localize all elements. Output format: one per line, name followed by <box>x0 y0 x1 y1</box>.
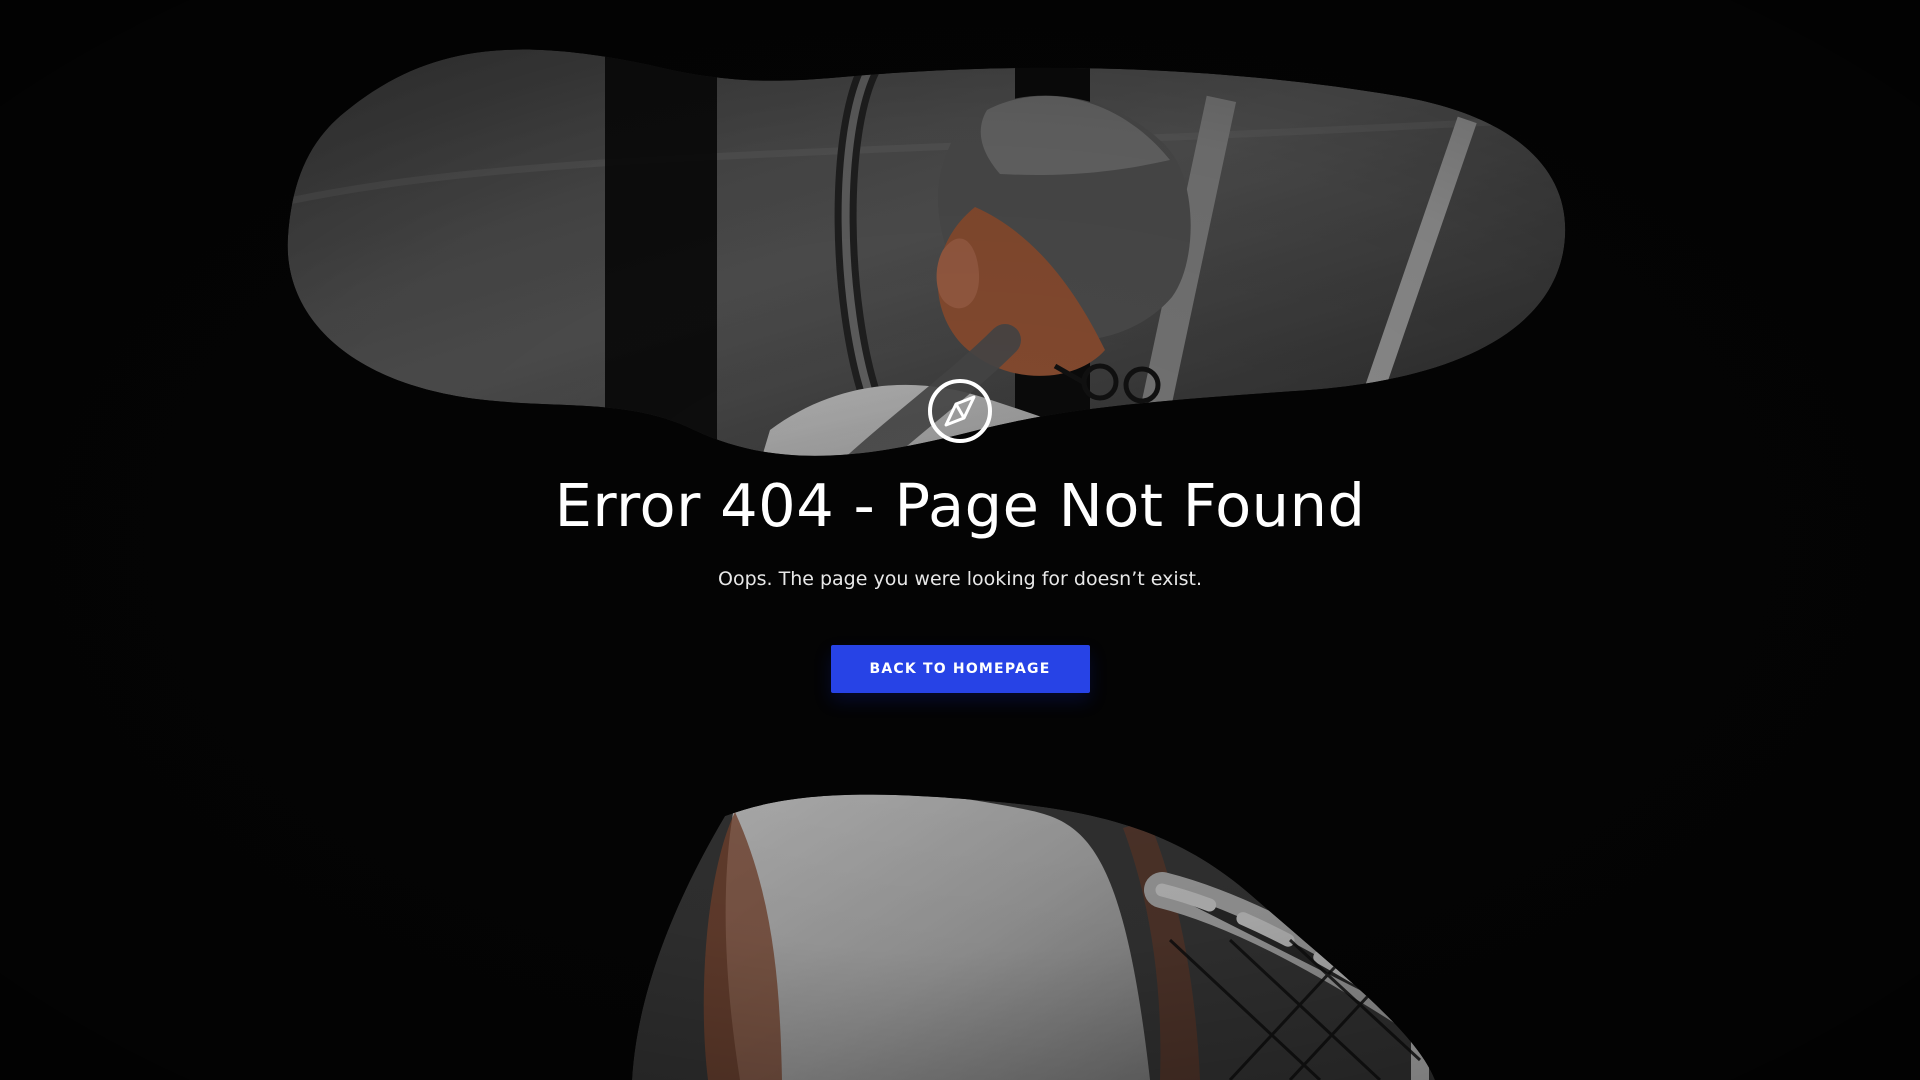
page-title: Error 404 - Page Not Found <box>554 471 1366 540</box>
compass-icon <box>928 379 992 443</box>
back-to-homepage-button[interactable]: BACK TO HOMEPAGE <box>830 645 1090 693</box>
error-content: Error 404 - Page Not Found Oops. The pag… <box>0 378 1920 693</box>
error-404-page: Error 404 - Page Not Found Oops. The pag… <box>0 0 1920 1080</box>
error-message: Oops. The page you were looking for does… <box>717 568 1203 590</box>
